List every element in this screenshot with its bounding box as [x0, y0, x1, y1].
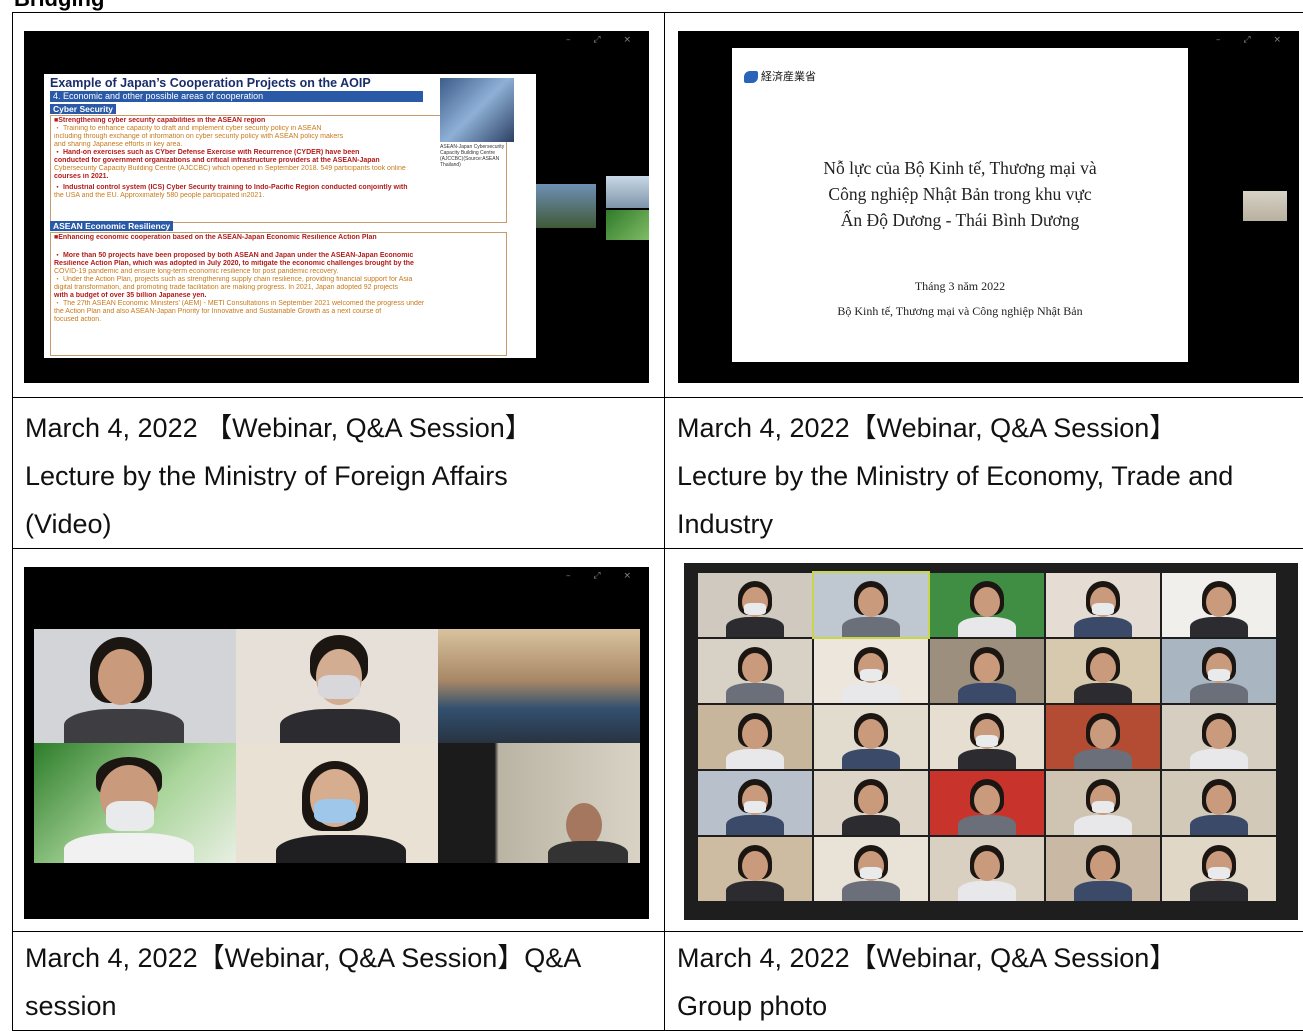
- caption-cell-mofa: March 4, 2022 【Webinar, Q&A Session】 Lec…: [13, 398, 665, 549]
- caption-line: (Video): [25, 500, 654, 548]
- section-label-asean: ASEAN Economic Resiliency: [50, 221, 173, 231]
- slide-line: with a budget of over 35 billion Japanes…: [54, 292, 504, 300]
- slide-photo: [440, 78, 514, 142]
- participant-tile: [930, 639, 1044, 703]
- caption-line: Industry: [677, 500, 1294, 548]
- participant-tile: [1162, 573, 1276, 637]
- slide-line: ・ Training to enhance capacity to draft …: [54, 125, 504, 133]
- participant-video: [438, 629, 640, 743]
- participant-tile: [698, 573, 812, 637]
- meti-logo-text: 経済産業省: [761, 70, 816, 83]
- slide-line: ・ Under the Action Plan, projects such a…: [54, 276, 504, 284]
- slide-line: ■Strengthening cyber security capabiliti…: [54, 117, 504, 125]
- meti-logo: 経済産業省: [744, 68, 816, 84]
- screenshot-meti-lecture: – ⤢ × 経済産業省 Nỗ lực của Bộ Kinh tế, Thươn…: [678, 31, 1299, 383]
- participant-tile: [698, 771, 812, 835]
- caption-line: March 4, 2022 【Webinar, Q&A Session】: [25, 404, 654, 452]
- slide-title: Nỗ lực của Bộ Kinh tế, Thương mại và Côn…: [732, 155, 1188, 233]
- slide-line: the Action Plan and also ASEAN-Japan Pri…: [54, 308, 504, 316]
- slide-line: Cybersecurity Capacity Building Centre (…: [54, 165, 504, 173]
- slide-line: ・ More than 50 projects have been propos…: [54, 252, 504, 260]
- video-thumbnail: [1243, 191, 1287, 221]
- participant-video: [34, 743, 236, 863]
- presentation-slide: Example of Japan’s Cooperation Projects …: [44, 74, 536, 358]
- screenshot-group-photo: [684, 563, 1298, 920]
- participant-tile: [814, 771, 928, 835]
- participant-tile: [930, 771, 1044, 835]
- photo-cell-group: [665, 549, 1303, 932]
- participant-tile: [698, 705, 812, 769]
- participant-tile: [1162, 837, 1276, 901]
- caption-line: March 4, 2022【Webinar, Q&A Session】: [677, 404, 1294, 452]
- caption-cell-meti: March 4, 2022【Webinar, Q&A Session】 Lect…: [665, 398, 1303, 549]
- slide-line: including through exchange of informatio…: [54, 133, 504, 141]
- photo-cell-mofa: – ⤢ × Example of Japan’s Cooperation Pro…: [13, 13, 665, 398]
- slide-line: and sharing Japanese efforts in key area…: [54, 141, 504, 149]
- window-controls: – ⤢ ×: [566, 35, 641, 45]
- window-controls: – ⤢ ×: [1216, 35, 1291, 45]
- participant-tile: [1162, 771, 1276, 835]
- participant-tile: [1046, 771, 1160, 835]
- slide-line: digital transformation, and promoting tr…: [54, 284, 504, 292]
- participant-tile: [814, 705, 928, 769]
- page-heading: Bridging: [14, 0, 104, 12]
- caption-line: March 4, 2022【Webinar, Q&A Session】: [677, 934, 1294, 982]
- caption-cell-qa: March 4, 2022【Webinar, Q&A Session】Q&A s…: [13, 932, 665, 1031]
- participant-tile: [1162, 705, 1276, 769]
- slide-line: courses in 2021.: [54, 173, 504, 181]
- caption-cell-group: March 4, 2022【Webinar, Q&A Session】 Grou…: [665, 932, 1303, 1031]
- video-thumbnail: [536, 184, 596, 228]
- participant-video: [438, 743, 640, 863]
- slide-line: the USA and the EU. Approximately 580 pe…: [54, 192, 504, 200]
- participant-tile: [1046, 837, 1160, 901]
- caption-line: Lecture by the Ministry of Foreign Affai…: [25, 452, 654, 500]
- slide-date: Tháng 3 năm 2022: [732, 279, 1188, 294]
- participant-tile: [1046, 705, 1160, 769]
- participant-tile: [930, 837, 1044, 901]
- participant-tile: [814, 639, 928, 703]
- participant-tile: [698, 837, 812, 901]
- slide-title-line: Công nghiệp Nhật Bản trong khu vực: [732, 181, 1188, 207]
- slide-line: COVID-19 pandemic and ensure long-term e…: [54, 268, 504, 276]
- slide-line: ■Enhancing economic cooperation based on…: [54, 234, 504, 242]
- slide-organization: Bộ Kinh tế, Thương mại và Công nghiệp Nh…: [732, 304, 1188, 319]
- slide-line: ・ Industrial control system (ICS) Cyber …: [54, 184, 504, 192]
- slide-title: Example of Japan’s Cooperation Projects …: [50, 76, 371, 90]
- caption-line: March 4, 2022【Webinar, Q&A Session】Q&A: [25, 934, 654, 982]
- caption-line: Lecture by the Ministry of Economy, Trad…: [677, 452, 1294, 500]
- window-controls: – ⤢ ×: [566, 571, 641, 581]
- slide-line: ・ Hand-on exercises such as CYber Defens…: [54, 149, 504, 157]
- participant-video: [236, 629, 438, 743]
- meti-logo-icon: [744, 71, 758, 83]
- participant-video: [34, 629, 236, 743]
- participant-tile: [1162, 639, 1276, 703]
- slide-line: conducted for government organizations a…: [54, 157, 504, 165]
- participant-tile: [814, 837, 928, 901]
- video-thumbnail: [606, 176, 649, 208]
- slide-line: focused action.: [54, 316, 504, 324]
- section-label-cyber: Cyber Security: [50, 104, 116, 114]
- screenshot-qa-session: – ⤢ ×: [24, 567, 649, 919]
- presentation-slide: 経済産業省 Nỗ lực của Bộ Kinh tế, Thương mại …: [732, 48, 1188, 362]
- photo-grid-table: – ⤢ × Example of Japan’s Cooperation Pro…: [12, 12, 1303, 1031]
- slide-line: ・ The 27th ASEAN Economic Ministers' (AE…: [54, 300, 504, 308]
- participant-video: [236, 743, 438, 863]
- participant-tile: [814, 573, 928, 637]
- photo-cell-meti: – ⤢ × 経済産業省 Nỗ lực của Bộ Kinh tế, Thươn…: [665, 13, 1303, 398]
- participant-tile: [698, 639, 812, 703]
- video-thumbnail: [606, 210, 649, 240]
- slide-photo-caption: ASEAN-Japan Cybersecurity Capacity Build…: [440, 144, 516, 168]
- participant-tile: [930, 705, 1044, 769]
- slide-title-line: Nỗ lực của Bộ Kinh tế, Thương mại và: [732, 155, 1188, 181]
- photo-cell-qa: – ⤢ ×: [13, 549, 665, 932]
- slide-line: Resilience Action Plan, which was adopte…: [54, 260, 504, 268]
- participant-tile: [930, 573, 1044, 637]
- video-subtitle: Bây giờ, chuyển sang trang trình chiếu t…: [24, 341, 649, 351]
- slide-band: 4. Economic and other possible areas of …: [50, 91, 423, 102]
- participant-tile: [1046, 639, 1160, 703]
- screenshot-mofa-video: – ⤢ × Example of Japan’s Cooperation Pro…: [24, 31, 649, 383]
- slide-title-line: Ấn Độ Dương - Thái Bình Dương: [732, 207, 1188, 233]
- participant-tile: [1046, 573, 1160, 637]
